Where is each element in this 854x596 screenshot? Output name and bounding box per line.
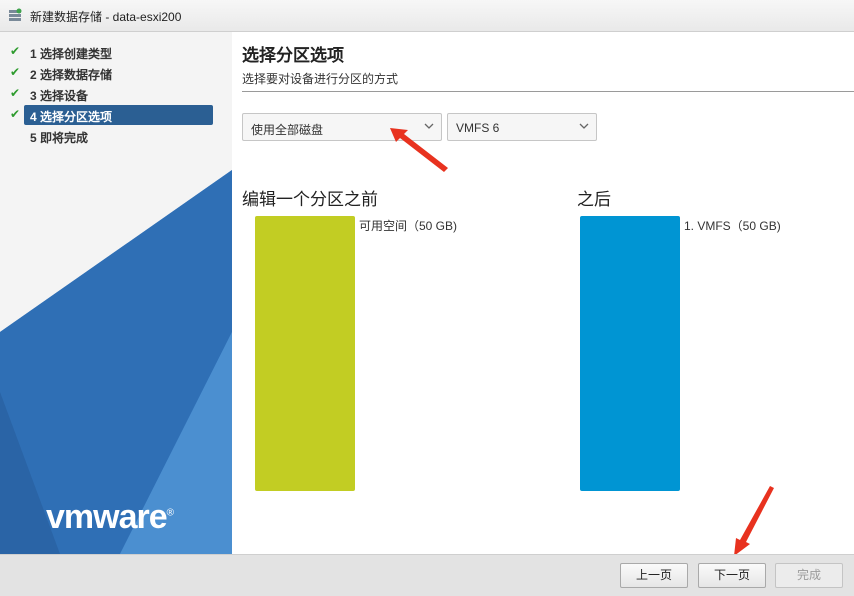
finish-button[interactable]: 完成 bbox=[775, 563, 843, 588]
before-heading: 编辑一个分区之前 bbox=[242, 190, 378, 209]
checkmark-icon: ✔ bbox=[10, 86, 21, 100]
vmware-logo: vmware® bbox=[46, 498, 174, 537]
step-select-datastore[interactable]: ✔ 2 选择数据存储 bbox=[0, 63, 232, 83]
vmfs-version-select[interactable]: VMFS 6 bbox=[447, 113, 597, 141]
wizard-footer: 上一页 下一页 完成 bbox=[0, 554, 854, 596]
vmware-logo-text: vmware bbox=[46, 498, 168, 536]
before-partition-label: 可用空间（50 GB) bbox=[359, 219, 458, 233]
step-select-creation-type[interactable]: ✔ 1 选择创建类型 bbox=[0, 42, 232, 62]
new-datastore-icon bbox=[9, 8, 22, 21]
page-subtitle: 选择要对设备进行分区的方式 bbox=[242, 72, 399, 86]
registered-mark: ® bbox=[166, 507, 174, 519]
step-label: 3 选择设备 bbox=[30, 89, 89, 103]
checkmark-icon: ✔ bbox=[10, 44, 21, 58]
step-label: 4 选择分区选项 bbox=[30, 110, 113, 124]
checkmark-icon: ✔ bbox=[10, 107, 21, 121]
vmfs-version-value: VMFS 6 bbox=[456, 121, 500, 135]
step-label: 1 选择创建类型 bbox=[30, 47, 113, 61]
after-heading: 之后 bbox=[577, 190, 611, 209]
annotation-arrow bbox=[734, 486, 774, 556]
step-label: 5 即将完成 bbox=[30, 131, 89, 145]
annotation-arrow bbox=[390, 128, 448, 172]
next-button[interactable]: 下一页 bbox=[698, 563, 766, 588]
wizard-content: 选择分区选项 选择要对设备进行分区的方式 使用全部磁盘 VMFS 6 编辑一个分… bbox=[232, 32, 854, 554]
step-select-partition-options[interactable]: ✔ 4 选择分区选项 bbox=[0, 105, 232, 125]
wizard-sidebar: ✔ 1 选择创建类型 ✔ 2 选择数据存储 ✔ 3 选择设备 ✔ 4 选择分区选… bbox=[0, 32, 232, 554]
after-partition-bar bbox=[580, 216, 680, 491]
step-ready-to-complete[interactable]: 5 即将完成 bbox=[0, 126, 232, 146]
divider bbox=[242, 91, 854, 92]
back-button[interactable]: 上一页 bbox=[620, 563, 688, 588]
window-title: 新建数据存储 - data-esxi200 bbox=[30, 10, 182, 24]
after-partition-label: 1. VMFS（50 GB) bbox=[684, 219, 781, 233]
step-label: 2 选择数据存储 bbox=[30, 68, 113, 82]
page-title: 选择分区选项 bbox=[242, 46, 344, 65]
before-partition-bar bbox=[255, 216, 355, 491]
chevron-down-icon bbox=[579, 123, 589, 129]
step-select-device[interactable]: ✔ 3 选择设备 bbox=[0, 84, 232, 104]
window-titlebar: 新建数据存储 - data-esxi200 bbox=[0, 0, 854, 32]
checkmark-icon: ✔ bbox=[10, 65, 21, 79]
partition-layout-value: 使用全部磁盘 bbox=[251, 123, 324, 137]
